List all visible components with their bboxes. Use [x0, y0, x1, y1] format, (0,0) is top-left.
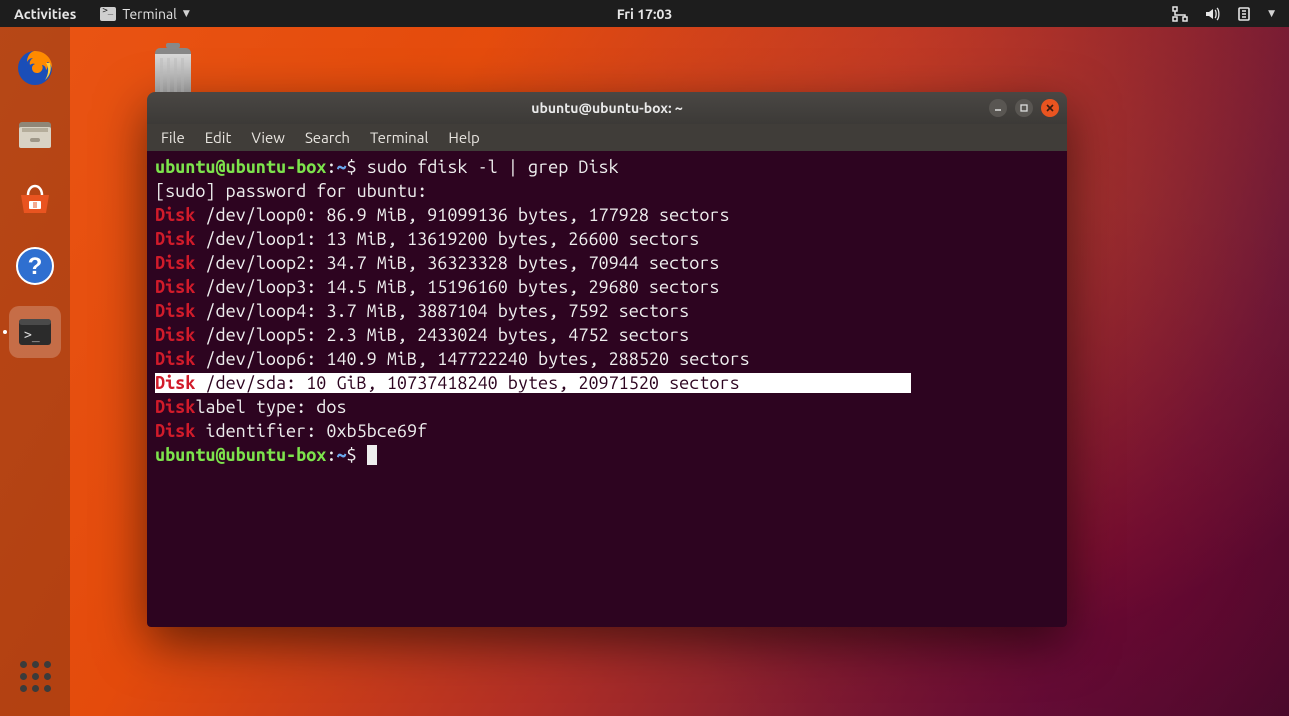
terminal-icon — [100, 7, 116, 21]
menu-edit[interactable]: Edit — [205, 129, 232, 146]
minimize-button[interactable] — [989, 99, 1007, 117]
dock: ? >_ — [0, 27, 70, 716]
desktop-trash[interactable] — [150, 48, 196, 98]
app-menu-label: Terminal — [122, 6, 177, 22]
chevron-down-icon: ▼ — [183, 8, 190, 19]
menu-help[interactable]: Help — [448, 129, 479, 146]
top-panel: Activities Terminal ▼ Fri 17:03 ▼ — [0, 0, 1289, 27]
activities-button[interactable]: Activities — [0, 6, 90, 22]
close-button[interactable] — [1041, 99, 1059, 117]
maximize-icon — [1019, 103, 1029, 113]
window-title: ubuntu@ubuntu-box: ~ — [531, 100, 682, 116]
menubar: File Edit View Search Terminal Help — [147, 124, 1067, 151]
menu-search[interactable]: Search — [305, 129, 350, 146]
titlebar[interactable]: ubuntu@ubuntu-box: ~ — [147, 92, 1067, 124]
chevron-down-icon[interactable]: ▼ — [1268, 8, 1275, 19]
minimize-icon — [993, 103, 1003, 113]
dock-software[interactable] — [9, 174, 61, 226]
close-icon — [1045, 103, 1055, 113]
dock-firefox[interactable] — [9, 42, 61, 94]
maximize-button[interactable] — [1015, 99, 1033, 117]
app-menu[interactable]: Terminal ▼ — [90, 6, 199, 22]
svg-text:?: ? — [28, 253, 43, 280]
system-tray[interactable]: ▼ — [1172, 6, 1289, 22]
volume-icon[interactable] — [1204, 6, 1220, 22]
terminal-window: ubuntu@ubuntu-box: ~ File Edit View Sear… — [147, 92, 1067, 627]
dock-files[interactable] — [9, 108, 61, 160]
svg-text:>_: >_ — [24, 328, 40, 343]
terminal-content[interactable]: ubuntu@ubuntu-box:~$ sudo fdisk -l | gre… — [147, 151, 1067, 627]
apps-grid-icon — [20, 661, 51, 692]
dock-help[interactable]: ? — [9, 240, 61, 292]
network-icon[interactable] — [1172, 6, 1188, 22]
dock-terminal[interactable]: >_ — [9, 306, 61, 358]
menu-view[interactable]: View — [251, 129, 285, 146]
clock[interactable]: Fri 17:03 — [617, 6, 673, 22]
show-applications[interactable] — [9, 650, 61, 702]
trash-icon — [155, 48, 191, 98]
menu-file[interactable]: File — [161, 129, 185, 146]
menu-terminal[interactable]: Terminal — [370, 129, 428, 146]
power-icon[interactable] — [1236, 6, 1252, 22]
